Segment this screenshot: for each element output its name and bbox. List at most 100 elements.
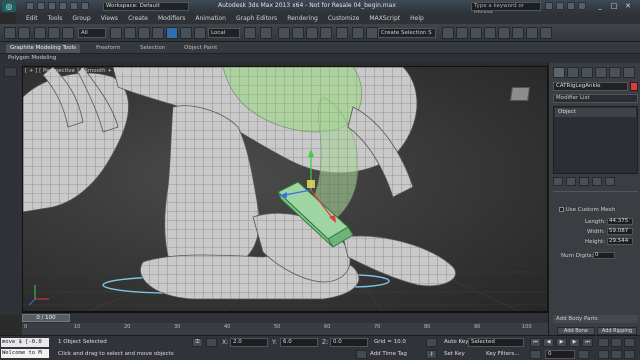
play-icon[interactable]: ▶ bbox=[556, 338, 567, 347]
rotate-icon[interactable] bbox=[180, 27, 192, 39]
make-unique-icon[interactable] bbox=[579, 177, 589, 186]
polygon-modeling-label[interactable]: Polygon Modeling bbox=[8, 55, 56, 61]
menu-customize[interactable]: Customize bbox=[328, 15, 360, 22]
height-spinner[interactable]: 29.544 bbox=[607, 238, 633, 245]
character-mesh[interactable] bbox=[23, 67, 456, 300]
menu-tools[interactable]: Tools bbox=[48, 15, 63, 22]
align-icon[interactable] bbox=[366, 27, 378, 39]
menu-views[interactable]: Views bbox=[101, 15, 118, 22]
time-configuration-icon[interactable] bbox=[578, 350, 589, 359]
new-file-icon[interactable] bbox=[26, 2, 34, 10]
undo-icon[interactable] bbox=[4, 27, 16, 39]
edit-named-selection-icon[interactable] bbox=[336, 27, 348, 39]
percent-snap-icon[interactable] bbox=[306, 27, 318, 39]
configure-modifier-sets-icon[interactable] bbox=[605, 177, 615, 186]
remove-modifier-icon[interactable] bbox=[592, 177, 602, 186]
render-icon[interactable] bbox=[540, 27, 552, 39]
scale-icon[interactable] bbox=[194, 27, 206, 39]
width-spinner[interactable]: 59.087 bbox=[607, 228, 633, 235]
angle-snap-icon[interactable] bbox=[292, 27, 304, 39]
menu-group[interactable]: Group bbox=[72, 15, 90, 22]
display-tab-icon[interactable] bbox=[609, 67, 621, 78]
z-coordinate-field[interactable]: 0.0 bbox=[330, 338, 368, 347]
menu-graph-editors[interactable]: Graph Editors bbox=[236, 15, 277, 22]
unlink-icon[interactable] bbox=[48, 27, 60, 39]
redo-icon[interactable] bbox=[18, 27, 30, 39]
menu-create[interactable]: Create bbox=[128, 15, 148, 22]
viewport-scene[interactable] bbox=[23, 67, 548, 312]
previous-frame-icon[interactable]: ◀ bbox=[543, 338, 554, 347]
zoom-icon[interactable] bbox=[598, 338, 609, 347]
spinner-snap-icon[interactable] bbox=[320, 27, 332, 39]
x-coordinate-field[interactable]: 2.0 bbox=[230, 338, 268, 347]
perspective-viewport[interactable]: [ + ] [ Perspective ] [ Smooth + Highlig… bbox=[22, 66, 548, 312]
rendered-frame-icon[interactable] bbox=[526, 27, 538, 39]
pan-icon[interactable] bbox=[611, 350, 622, 359]
tab-graphite-modeling-tools[interactable]: Graphite Modeling Tools bbox=[6, 44, 81, 53]
maximize-viewport-icon[interactable] bbox=[624, 350, 635, 359]
select-by-name-icon[interactable] bbox=[124, 27, 136, 39]
star-icon[interactable] bbox=[567, 2, 575, 10]
close-button[interactable]: ✕ bbox=[622, 1, 634, 11]
viewcube-icon[interactable] bbox=[510, 87, 530, 101]
graphite-toggle-icon[interactable] bbox=[456, 27, 468, 39]
use-custom-mesh-row[interactable]: Use Custom Mesh bbox=[559, 207, 615, 213]
tab-freeform[interactable]: Freeform bbox=[96, 44, 121, 53]
render-setup-icon[interactable] bbox=[512, 27, 524, 39]
layer-manager-icon[interactable] bbox=[442, 27, 454, 39]
snap-icon[interactable] bbox=[278, 27, 290, 39]
field-of-view-icon[interactable] bbox=[598, 350, 609, 359]
create-tab-icon[interactable] bbox=[553, 67, 565, 78]
utilities-tab-icon[interactable] bbox=[623, 67, 635, 78]
menu-modifiers[interactable]: Modifiers bbox=[158, 15, 185, 22]
set-key-button[interactable]: Set Key bbox=[444, 351, 465, 357]
pivot-center-icon[interactable] bbox=[244, 27, 256, 39]
maxscript-listener-line[interactable]: move $ [-0.0 bbox=[1, 338, 49, 347]
tab-selection[interactable]: Selection bbox=[140, 44, 165, 53]
undo-icon[interactable] bbox=[59, 2, 67, 10]
current-frame-field[interactable]: 0 bbox=[545, 350, 575, 359]
stack-item-object[interactable]: Object bbox=[555, 108, 636, 117]
num-digits-spinner[interactable]: 0 bbox=[593, 252, 615, 259]
go-to-end-icon[interactable]: ⏭ bbox=[582, 338, 593, 347]
binoculars-icon[interactable] bbox=[545, 2, 553, 10]
hierarchy-tab-icon[interactable] bbox=[581, 67, 593, 78]
time-tag-icon[interactable] bbox=[356, 350, 367, 359]
show-end-result-icon[interactable] bbox=[566, 177, 576, 186]
workspace-dropdown[interactable]: Workspace: Default bbox=[103, 2, 189, 11]
reference-coord-dropdown[interactable]: Local bbox=[208, 28, 240, 38]
save-file-icon[interactable] bbox=[48, 2, 56, 10]
redo-icon[interactable] bbox=[70, 2, 78, 10]
menu-rendering[interactable]: Rendering bbox=[287, 15, 318, 22]
menu-maxscript[interactable]: MAXScript bbox=[369, 15, 400, 22]
menu-help[interactable]: Help bbox=[410, 15, 424, 22]
add-bone-button[interactable]: Add Bone bbox=[557, 327, 595, 335]
schematic-view-icon[interactable] bbox=[484, 27, 496, 39]
link-icon[interactable] bbox=[34, 27, 46, 39]
app-logo-icon[interactable]: ◎ bbox=[2, 1, 16, 12]
open-file-icon[interactable] bbox=[37, 2, 45, 10]
track-bar[interactable]: 0 10 20 30 40 50 60 70 80 90 100 bbox=[22, 323, 548, 335]
viewport-layout-icon[interactable] bbox=[4, 67, 17, 77]
key-mode-toggle-icon[interactable] bbox=[530, 350, 541, 359]
use-custom-mesh-checkbox[interactable] bbox=[559, 207, 564, 212]
modifier-list-dropdown[interactable]: Modifier List bbox=[553, 94, 638, 103]
y-coordinate-field[interactable]: 6.0 bbox=[280, 338, 318, 347]
key-filters-button[interactable]: Key Filters... bbox=[486, 351, 519, 357]
search-input[interactable]: Type a keyword or phrase bbox=[471, 2, 541, 16]
material-editor-icon[interactable] bbox=[498, 27, 510, 39]
add-time-tag-button[interactable]: Add Time Tag bbox=[370, 351, 407, 357]
auto-key-button[interactable]: Auto Key bbox=[444, 339, 469, 345]
named-selection-set-input[interactable]: Create Selection S bbox=[378, 28, 436, 38]
select-icon[interactable] bbox=[110, 27, 122, 39]
curve-editor-icon[interactable] bbox=[470, 27, 482, 39]
minimize-button[interactable]: _ bbox=[594, 1, 606, 11]
length-spinner[interactable]: 44.375 bbox=[607, 218, 633, 225]
add-ripping-button[interactable]: Add Ripping bbox=[597, 327, 637, 335]
viewport-label[interactable]: [ + ] [ Perspective ] [ Smooth + Highlig… bbox=[25, 68, 145, 74]
zoom-extents-icon[interactable] bbox=[624, 338, 635, 347]
manipulate-icon[interactable] bbox=[260, 27, 272, 39]
maximize-button[interactable]: □ bbox=[608, 1, 620, 11]
next-frame-icon[interactable]: ▶ bbox=[569, 338, 580, 347]
go-to-start-icon[interactable]: ⏮ bbox=[530, 338, 541, 347]
